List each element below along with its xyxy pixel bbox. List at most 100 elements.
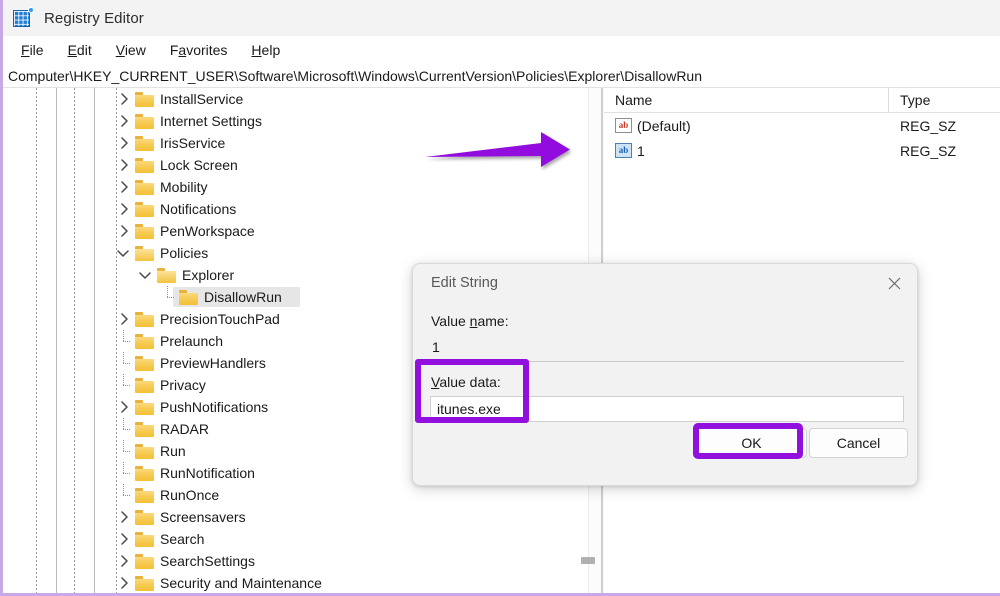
tree-elbow-connector [116,330,132,352]
values-list-row[interactable]: ab 1REG_SZ [604,138,1000,163]
tree-item-label: PenWorkspace [160,220,255,242]
folder-icon [135,136,154,151]
tree-horizontal-scrollbar-thumb[interactable] [581,557,595,564]
window-title: Registry Editor [44,10,144,27]
menu-item-favorites[interactable]: Favorites [160,40,238,60]
tree-item-label: RunOnce [160,484,219,506]
tree-item-screensavers[interactable]: Screensavers [3,506,588,528]
tree-elbow-connector [116,374,132,396]
folder-icon [179,290,198,305]
address-bar[interactable]: Computer\HKEY_CURRENT_USER\Software\Micr… [3,64,1000,88]
edit-string-dialog: Edit String Value name: Value data: OK C… [412,263,918,486]
close-icon[interactable] [879,271,909,295]
folder-icon [135,554,154,569]
tree-item-label: PrecisionTouchPad [160,308,280,330]
tree-item-label: RunNotification [160,462,255,484]
folder-icon [135,202,154,217]
chevron-down-icon[interactable] [115,242,131,264]
folder-icon [135,114,154,129]
registry-editor-icon [13,8,33,28]
menu-item-favorites-rest: vorites [186,42,227,58]
tree-item-mobility[interactable]: Mobility [3,176,588,198]
tree-item-label: Notifications [160,198,236,220]
folder-icon [135,400,154,415]
tree-item-label: Run [160,440,186,462]
column-header-name[interactable]: Name [604,88,889,112]
string-value-icon: ab [615,143,632,158]
tree-item-label: DisallowRun [204,286,282,308]
tree-item-search[interactable]: Search [3,528,588,550]
chevron-right-icon[interactable] [116,132,132,154]
value-type-cell: REG_SZ [889,118,1000,134]
dialog-title: Edit String [431,275,498,291]
tree-item-penworkspace[interactable]: PenWorkspace [3,220,588,242]
menu-item-view[interactable]: View [106,40,156,60]
values-list: ab(Default)REG_SZab1REG_SZ [604,113,1000,163]
tree-item-label: Screensavers [160,506,246,528]
tree-item-label: PushNotifications [160,396,268,418]
value-name-cell: 1 [637,143,889,159]
menu-item-help[interactable]: Help [241,40,290,60]
chevron-right-icon[interactable] [116,88,132,110]
tree-item-irisservice[interactable]: IrisService [3,132,588,154]
value-name-input[interactable] [430,336,904,362]
chevron-right-icon[interactable] [116,528,132,550]
string-value-icon: ab [615,118,632,133]
value-data-input[interactable] [430,396,904,422]
chevron-right-icon[interactable] [116,308,132,330]
chevron-right-icon[interactable] [116,396,132,418]
tree-item-searchsettings[interactable]: SearchSettings [3,550,588,572]
tree-item-label: Search [160,528,204,550]
menu-item-edit[interactable]: Edit [58,40,102,60]
tree-elbow-connector [160,286,176,308]
column-header-type[interactable]: Type [889,88,1000,112]
chevron-right-icon[interactable] [116,220,132,242]
folder-icon [135,532,154,547]
tree-item-label: Mobility [160,176,207,198]
folder-icon [135,158,154,173]
values-list-row[interactable]: ab (Default)REG_SZ [604,113,1000,138]
chevron-right-icon[interactable] [116,198,132,220]
value-data-label: Value data: [431,374,501,390]
value-name-cell: (Default) [637,118,889,134]
tree-item-label: Internet Settings [160,110,262,132]
tree-item-policies[interactable]: Policies [3,242,588,264]
folder-icon [135,356,154,371]
folder-icon [135,92,154,107]
registry-path: Computer\HKEY_CURRENT_USER\Software\Micr… [8,68,702,84]
folder-icon [135,444,154,459]
folder-icon [135,224,154,239]
folder-icon [135,378,154,393]
chevron-down-icon[interactable] [137,264,153,286]
cancel-button[interactable]: Cancel [809,428,908,458]
folder-icon [135,312,154,327]
window-titlebar: Registry Editor [3,0,1000,36]
folder-icon [135,488,154,503]
menu-item-file[interactable]: File [11,40,54,60]
tree-item-label: Policies [160,242,208,264]
menu-item-file-rest: ile [30,42,44,58]
tree-item-label: RADAR [160,418,209,440]
tree-elbow-connector [116,462,132,484]
tree-item-label: InstallService [160,88,243,110]
value-name-label: Value name: [431,313,509,329]
chevron-right-icon[interactable] [116,154,132,176]
tree-item-label: Lock Screen [160,154,238,176]
tree-item-notifications[interactable]: Notifications [3,198,588,220]
tree-item-internet-settings[interactable]: Internet Settings [3,110,588,132]
chevron-right-icon[interactable] [116,506,132,528]
ok-button[interactable]: OK [696,428,807,458]
tree-item-label: SearchSettings [160,550,255,572]
chevron-right-icon[interactable] [116,572,132,593]
chevron-right-icon[interactable] [116,110,132,132]
registry-editor-window: Registry Editor File Edit View Favorites… [0,0,1000,596]
tree-item-lock-screen[interactable]: Lock Screen [3,154,588,176]
value-type-cell: REG_SZ [889,143,1000,159]
tree-item-runonce[interactable]: RunOnce [3,484,588,506]
tree-item-installservice[interactable]: InstallService [3,88,588,110]
folder-icon [135,246,154,261]
folder-icon [135,180,154,195]
chevron-right-icon[interactable] [116,176,132,198]
tree-item-security-and-maintenance[interactable]: Security and Maintenance [3,572,588,593]
chevron-right-icon[interactable] [116,550,132,572]
